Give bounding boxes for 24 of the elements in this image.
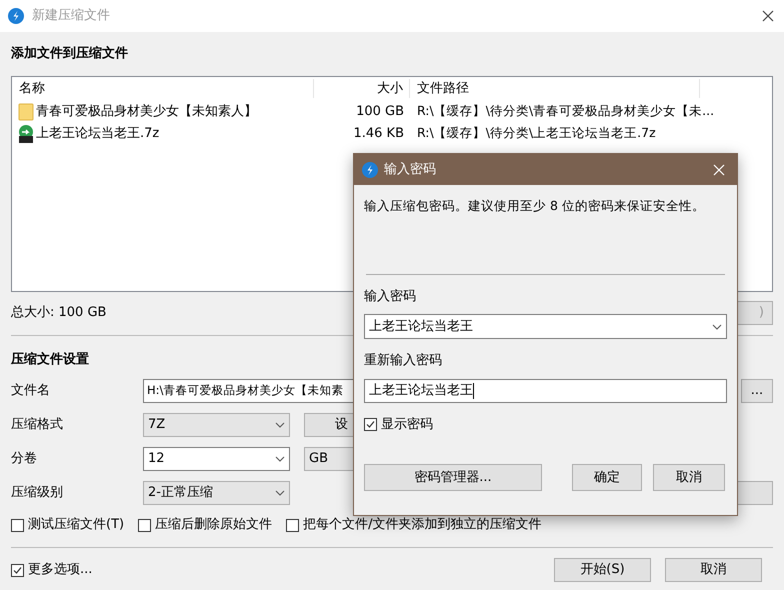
- filename-text: H:\青春可爱极品身材美少女【未知素: [147, 382, 344, 400]
- field-label: 压缩格式: [11, 416, 64, 434]
- section-heading: 添加文件到压缩文件: [11, 44, 129, 63]
- dialog-message: 输入压缩包密码。建议使用至少 8 位的密码来保证安全性。: [364, 197, 706, 215]
- file-path: R:\【缓存】\待分类\上老王论坛当老王.7z: [416, 124, 656, 142]
- checkbox-label: 把每个文件/文件夹添加到独立的压缩文件: [303, 516, 542, 534]
- field-label: 压缩级别: [11, 484, 64, 502]
- dialog-title: 输入密码: [384, 160, 437, 179]
- file-size: 1.46 KB: [352, 124, 405, 143]
- checkbox-label: 更多选项...: [28, 561, 92, 580]
- checkbox-label: 显示密码: [381, 416, 433, 434]
- checkbox-label: 测试压缩文件(T): [28, 516, 124, 534]
- file-name: 上老王论坛当老王.7z: [36, 124, 160, 143]
- total-size: 总大小: 100 GB: [11, 304, 106, 322]
- window-title: 新建压缩文件: [32, 7, 110, 26]
- file-name: 青春可爱极品身材美少女【未知素人】: [36, 102, 257, 121]
- field-label: 重新输入密码: [364, 352, 443, 370]
- field-label: 分卷: [11, 450, 38, 468]
- file-path: R:\【缓存】\待分类\青春可爱极品身材美少女【未...: [416, 102, 714, 120]
- section-heading: 压缩文件设置: [11, 350, 89, 368]
- field-label: 文件名: [11, 382, 51, 400]
- file-size: 100 GB: [355, 102, 405, 121]
- field-label: 输入密码: [364, 288, 417, 306]
- checkbox-label: 压缩后删除原始文件: [155, 516, 272, 534]
